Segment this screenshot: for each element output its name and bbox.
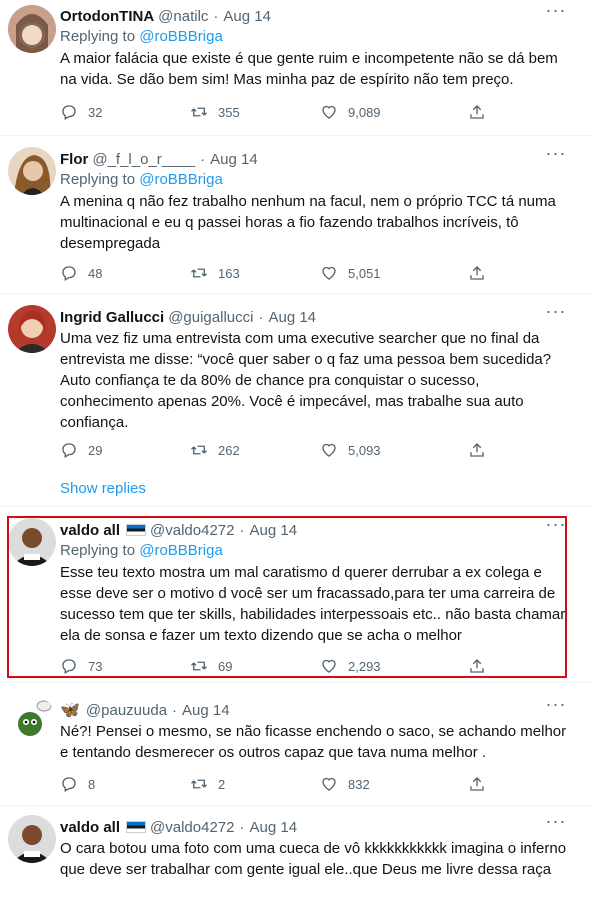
highlight-box [7, 516, 567, 678]
retweet-button[interactable]: 163 [190, 264, 240, 282]
show-replies-link[interactable]: Show replies [60, 480, 146, 497]
like-button[interactable]: 5,051 [320, 264, 381, 282]
more-options-icon[interactable]: ··· [545, 1, 567, 26]
heart-icon [322, 777, 336, 791]
estonia-flag-icon [126, 821, 147, 833]
separator-dot: · [200, 150, 206, 168]
display-name[interactable]: Flor [60, 151, 88, 168]
tweet-header: Ingrid Gallucci @guigallucci · Aug 14 [60, 307, 571, 327]
retweet-icon [191, 107, 207, 117]
tweet-header: 🦋 @pauzuuda · Aug 14 [60, 700, 571, 720]
tweet[interactable]: valdo all @valdo4272 · Aug 14 ··· O cara… [0, 807, 591, 903]
more-options-icon[interactable]: ··· [545, 695, 567, 720]
reply-icon [62, 443, 76, 458]
reply-count: 29 [88, 442, 103, 458]
share-button[interactable] [468, 775, 496, 793]
tweet-date[interactable]: Aug 14 [210, 151, 258, 168]
tweet-date[interactable]: Aug 14 [223, 8, 271, 25]
replying-to-link[interactable]: @roBBBriga [139, 171, 223, 188]
like-button[interactable]: 5,093 [320, 441, 381, 459]
more-options-icon[interactable]: ··· [545, 812, 567, 837]
share-icon [470, 777, 484, 791]
user-handle[interactable]: @valdo4272 [150, 819, 234, 836]
replying-to-link[interactable]: @roBBBriga [139, 28, 223, 45]
tweet[interactable]: Ingrid Gallucci @guigallucci · Aug 14 ··… [0, 295, 591, 507]
heart-icon [322, 105, 336, 119]
reply-icon [62, 266, 76, 281]
like-count: 5,093 [348, 442, 381, 458]
tweet-date[interactable]: Aug 14 [250, 819, 298, 836]
display-name[interactable]: valdo all [60, 819, 120, 836]
more-options-icon[interactable]: ··· [545, 144, 567, 169]
butterfly-icon: 🦋 [60, 702, 80, 719]
heart-icon [322, 443, 336, 457]
separator-dot: · [258, 308, 264, 326]
user-handle[interactable]: @guigallucci [168, 309, 253, 326]
reply-count: 32 [88, 104, 103, 120]
tweet[interactable]: Flor @_f_l_o_r____ · Aug 14 ··· Replying… [0, 137, 591, 294]
retweet-icon [191, 779, 207, 789]
tweet-header: Flor @_f_l_o_r____ · Aug 14 [60, 149, 571, 169]
tweet-text: Uma vez fiz uma entrevista com uma execu… [60, 330, 552, 431]
retweet-count: 2 [218, 776, 226, 792]
user-handle[interactable]: @natilc [158, 8, 208, 25]
tweet-text: O cara botou uma foto com uma cueca de v… [60, 840, 567, 878]
share-button[interactable] [468, 103, 496, 121]
tweet-header: valdo all @valdo4272 · Aug 14 [60, 817, 571, 837]
share-button[interactable] [468, 264, 496, 282]
like-count: 832 [348, 776, 370, 792]
reply-icon [62, 105, 76, 120]
share-button[interactable] [468, 441, 496, 459]
more-options-icon[interactable]: ··· [545, 302, 567, 327]
retweet-count: 262 [218, 442, 240, 458]
share-icon [470, 443, 484, 457]
user-handle[interactable]: @pauzuuda [86, 702, 167, 719]
tweet-header: OrtodonTINA @natilc · Aug 14 [60, 6, 571, 26]
tweet[interactable]: OrtodonTINA @natilc · Aug 14 ··· Replyin… [0, 0, 591, 136]
replying-to: Replying to @roBBBriga [60, 170, 571, 190]
retweet-count: 163 [218, 265, 240, 281]
reply-button[interactable]: 29 [60, 441, 102, 459]
reply-count: 48 [88, 265, 103, 281]
like-button[interactable]: 832 [320, 775, 370, 793]
user-handle[interactable]: @_f_l_o_r____ [92, 151, 195, 168]
separator-dot: · [213, 7, 219, 25]
avatar[interactable] [8, 815, 56, 863]
like-count: 9,089 [348, 104, 381, 120]
share-icon [470, 266, 484, 280]
avatar[interactable] [8, 5, 56, 53]
tweet-text: A maior falácia que existe é que gente r… [60, 50, 558, 88]
replying-prefix: Replying to [60, 171, 136, 188]
avatar[interactable] [8, 147, 56, 195]
reply-button[interactable]: 8 [60, 775, 95, 793]
retweet-count: 355 [218, 104, 240, 120]
reply-button[interactable]: 48 [60, 264, 102, 282]
retweet-button[interactable]: 355 [190, 103, 240, 121]
retweet-icon [191, 445, 207, 455]
tweet-date[interactable]: Aug 14 [268, 309, 316, 326]
retweet-button[interactable]: 262 [190, 441, 240, 459]
replying-prefix: Replying to [60, 28, 136, 45]
reply-icon [62, 777, 76, 792]
retweet-button[interactable]: 2 [190, 775, 225, 793]
avatar[interactable] [8, 696, 56, 744]
tweet[interactable]: 🦋 @pauzuuda · Aug 14 ··· Né?! Pensei o m… [0, 684, 591, 806]
separator-dot: · [172, 701, 178, 719]
display-name[interactable]: OrtodonTINA [60, 8, 154, 25]
heart-icon [322, 266, 336, 280]
tweet-text: Né?! Pensei o mesmo, se não ficasse ench… [60, 723, 567, 761]
reply-count: 8 [88, 776, 96, 792]
retweet-icon [191, 268, 207, 278]
tweet-text: A menina q não fez trabalho nenhum na fa… [60, 193, 556, 252]
like-button[interactable]: 9,089 [320, 103, 381, 121]
separator-dot: · [239, 818, 245, 836]
tweet-date[interactable]: Aug 14 [182, 702, 230, 719]
like-count: 5,051 [348, 265, 381, 281]
avatar[interactable] [8, 305, 56, 353]
share-icon [470, 105, 484, 119]
display-name[interactable]: Ingrid Gallucci [60, 309, 164, 326]
replying-to: Replying to @roBBBriga [60, 27, 571, 47]
reply-button[interactable]: 32 [60, 103, 102, 121]
